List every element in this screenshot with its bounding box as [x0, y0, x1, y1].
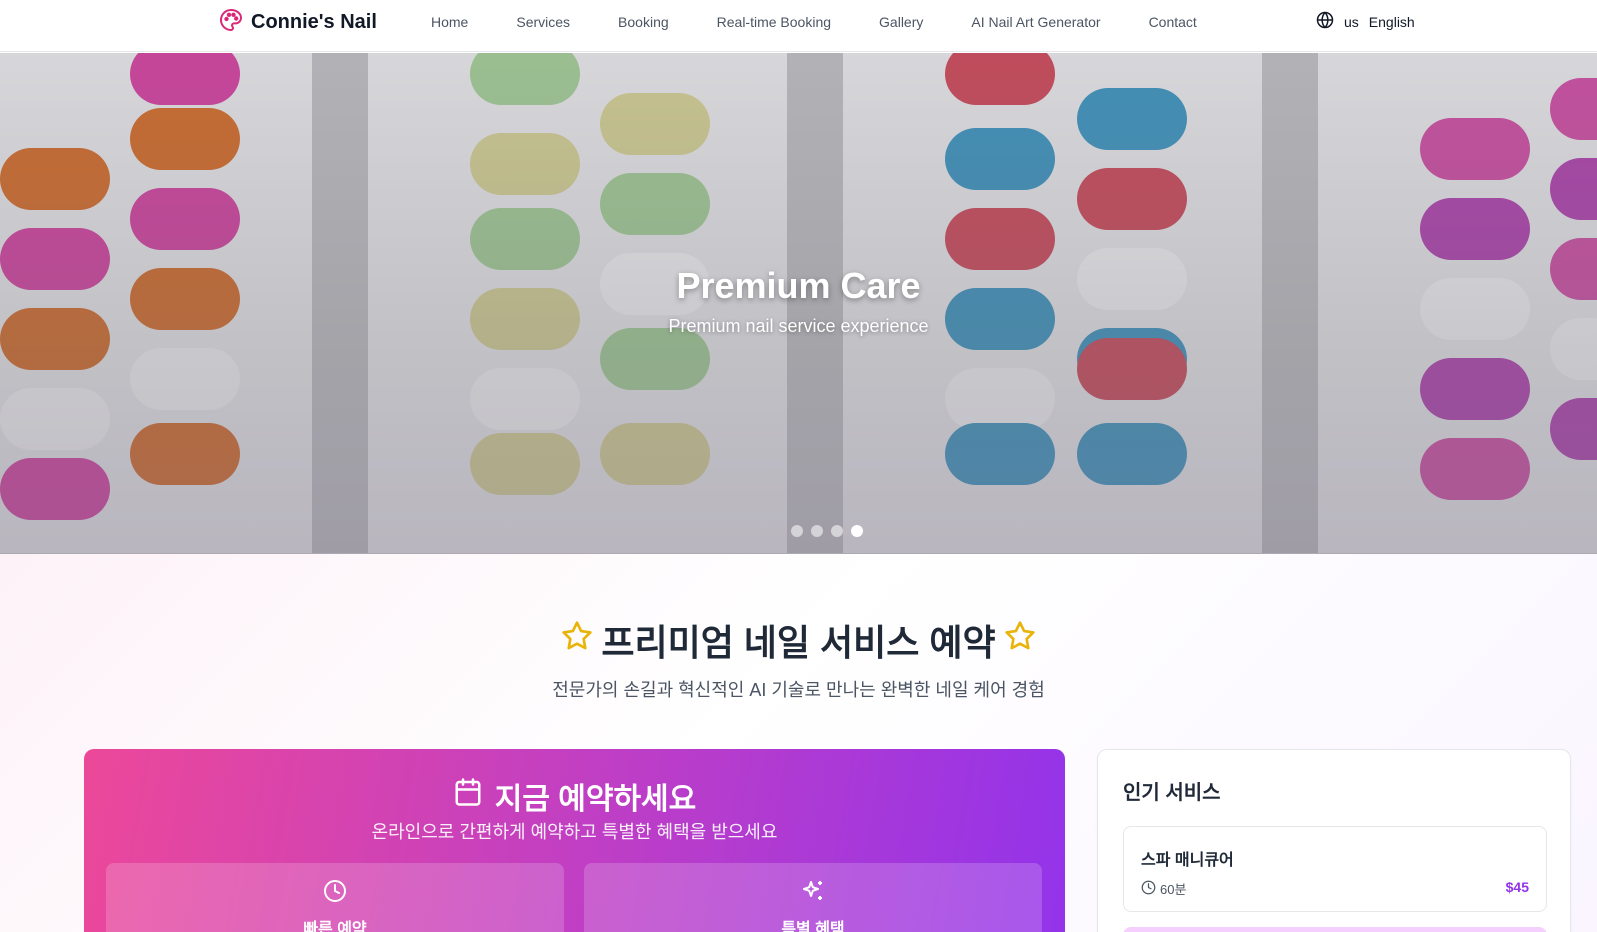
section-title: 프리미엄 네일 서비스 예약: [0, 614, 1597, 666]
booking-cta-title: 지금 예약하세요: [84, 774, 1065, 818]
service-price: $45: [1505, 879, 1529, 895]
language-label: English: [1368, 13, 1415, 30]
star-icon: [561, 619, 593, 661]
carousel-dot-4[interactable]: [851, 525, 863, 537]
feature-label: 빠른 예약: [303, 921, 367, 932]
service-duration: 60분: [1141, 879, 1186, 898]
feature-special-offer[interactable]: 특별 혜택: [584, 863, 1042, 932]
feature-quick-booking[interactable]: 빠른 예약: [106, 863, 564, 932]
service-item[interactable]: 스파 매니큐어 60분 $45: [1123, 826, 1547, 912]
brand-logo[interactable]: Connie's Nail: [219, 8, 377, 37]
calendar-icon: [453, 777, 483, 815]
palette-icon: [219, 8, 243, 37]
service-item[interactable]: [1123, 927, 1547, 932]
hero-carousel: Premium Care Premium nail service experi…: [0, 53, 1597, 554]
service-duration-text: 60분: [1160, 882, 1187, 897]
popular-services-card: 인기 서비스 스파 매니큐어 60분 $45: [1097, 749, 1571, 932]
booking-section: 프리미엄 네일 서비스 예약 전문가의 손길과 혁신적인 AI 기술로 만나는 …: [0, 554, 1597, 932]
service-name: 스파 매니큐어: [1141, 852, 1234, 869]
nav-link-contact[interactable]: Contact: [1149, 14, 1197, 30]
booking-cta-title-text: 지금 예약하세요: [494, 783, 697, 816]
booking-cta-card: 지금 예약하세요 온라인으로 간편하게 예약하고 특별한 혜택을 받으세요 빠른…: [84, 749, 1065, 932]
region-code: us: [1344, 13, 1359, 30]
carousel-indicators: [791, 525, 863, 537]
nav-link-realtime-booking[interactable]: Real-time Booking: [717, 14, 831, 30]
feature-label: 특별 혜택: [781, 921, 845, 932]
carousel-dot-1[interactable]: [791, 525, 803, 537]
nav-link-ai-generator[interactable]: AI Nail Art Generator: [971, 14, 1100, 30]
hero-subtitle: Premium nail service experience: [668, 316, 929, 336]
brand-name: Connie's Nail: [251, 11, 377, 33]
carousel-dot-3[interactable]: [831, 525, 843, 537]
nav-link-services[interactable]: Services: [516, 14, 570, 30]
nav-link-home[interactable]: Home: [431, 14, 468, 30]
globe-icon: [1316, 11, 1334, 32]
carousel-dot-2[interactable]: [811, 525, 823, 537]
hero-title: Premium Care: [676, 265, 921, 306]
top-navbar: Connie's Nail Home Services Booking Real…: [0, 0, 1597, 52]
star-icon: [1004, 619, 1036, 661]
clock-icon: [1141, 880, 1156, 898]
nav-link-gallery[interactable]: Gallery: [879, 14, 923, 30]
booking-cta-subtitle: 온라인으로 간편하게 예약하고 특별한 혜택을 받으세요: [371, 822, 778, 842]
section-title-text: 프리미엄 네일 서비스 예약: [601, 622, 996, 663]
main-nav: Home Services Booking Real-time Booking …: [431, 14, 1245, 30]
nav-link-booking[interactable]: Booking: [618, 14, 669, 30]
section-subtitle: 전문가의 손길과 혁신적인 AI 기술로 만나는 완벽한 네일 케어 경험: [552, 680, 1045, 700]
popular-services-title: 인기 서비스: [1123, 782, 1221, 804]
language-selector[interactable]: us English: [1316, 11, 1415, 32]
